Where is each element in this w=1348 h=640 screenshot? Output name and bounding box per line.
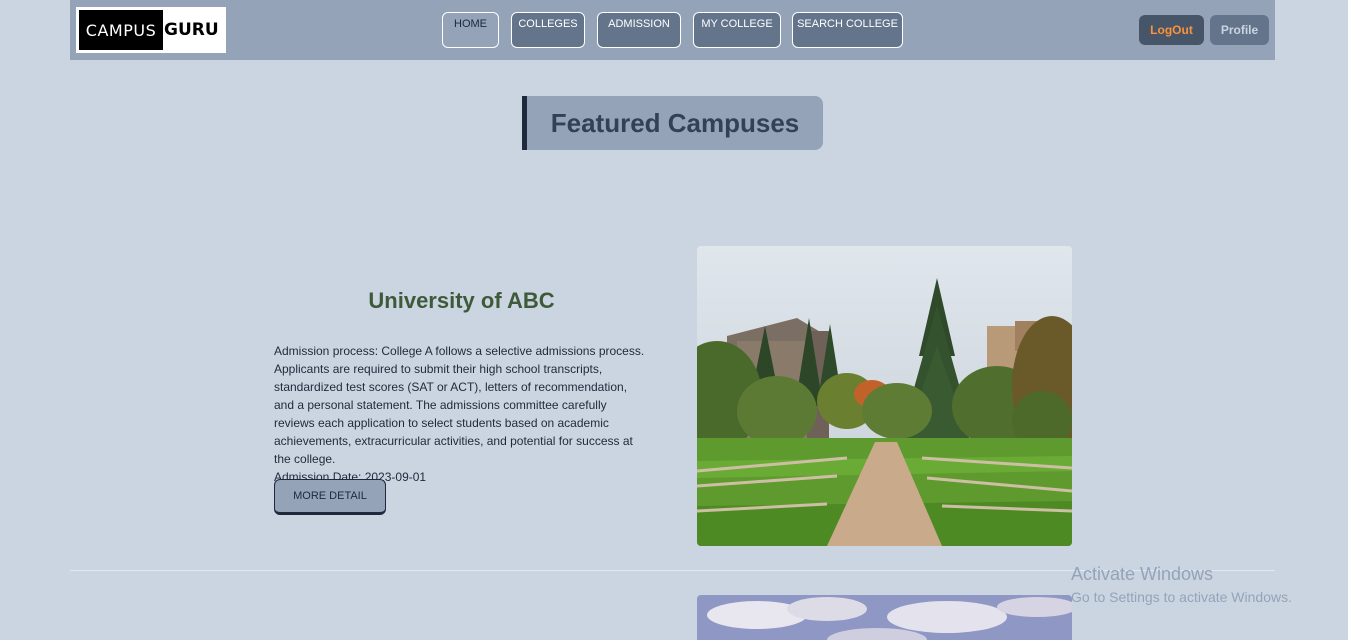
college-name: University of ABC xyxy=(368,288,555,313)
campusguru-logo[interactable]: CAMPUS GURU xyxy=(76,7,226,53)
campus-photo-next-illustration xyxy=(697,595,1072,640)
logo-guru-text: GURU xyxy=(164,20,219,40)
nav-my-college[interactable]: MY COLLEGE xyxy=(693,12,781,48)
college-description: Admission process: College A follows a s… xyxy=(274,344,645,466)
nav-search-college[interactable]: SEARCH COLLEGE xyxy=(792,12,903,48)
nav-home[interactable]: HOME xyxy=(442,12,499,48)
campus-photo-illustration xyxy=(697,246,1072,546)
campus-image-next xyxy=(697,595,1072,640)
logo-campus-text: CAMPUS xyxy=(79,10,163,50)
nav-colleges[interactable]: COLLEGES xyxy=(511,12,585,48)
featured-campuses-heading: Featured Campuses xyxy=(522,96,823,150)
activate-windows-title: Activate Windows xyxy=(1071,564,1214,584)
profile-button[interactable]: Profile xyxy=(1210,15,1269,45)
college-description-block: Admission process: College A follows a s… xyxy=(274,342,649,486)
activate-windows-subtitle: Go to Settings to activate Windows. xyxy=(1071,589,1292,605)
more-detail-button[interactable]: MORE DETAIL xyxy=(274,479,386,515)
logout-button[interactable]: LogOut xyxy=(1139,15,1204,45)
nav-admission[interactable]: ADMISSION xyxy=(597,12,681,48)
campus-image xyxy=(697,246,1072,546)
